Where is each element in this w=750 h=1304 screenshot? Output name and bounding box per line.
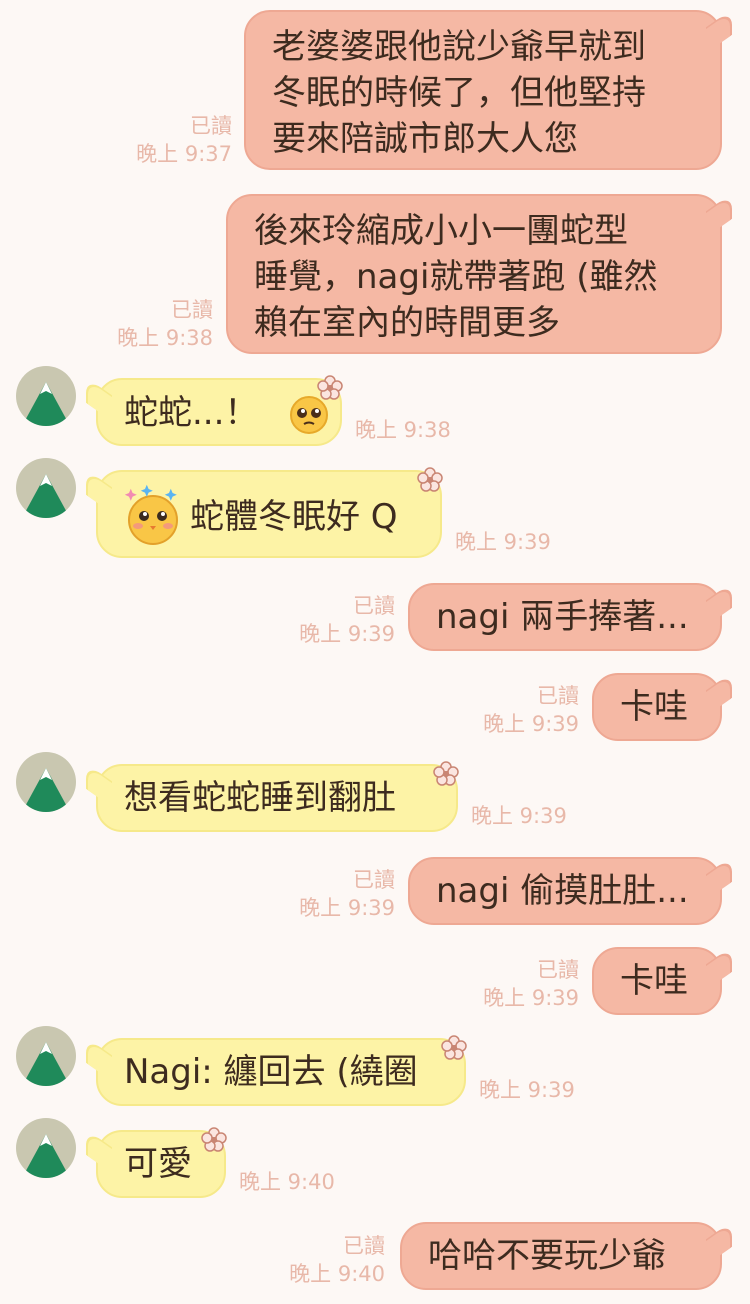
- message-meta: 已讀 晚上 9:39: [299, 866, 395, 922]
- contact-avatar[interactable]: [16, 366, 76, 426]
- message-bubble-outgoing[interactable]: nagi 兩手捧著...: [408, 583, 722, 651]
- message-time: 晚上 9:39: [299, 896, 395, 920]
- flower-icon: [317, 375, 343, 400]
- message-time: 晚上 9:39: [479, 1078, 575, 1102]
- message-time: 晚上 9:39: [483, 712, 579, 736]
- contact-avatar[interactable]: [16, 1026, 76, 1086]
- message-meta: 已讀 晚上 9:37: [136, 112, 232, 168]
- message-time: 晚上 9:39: [471, 804, 567, 828]
- message-bubble-incoming[interactable]: 蛇體冬眠好 Q: [96, 470, 442, 558]
- message-bubble-outgoing[interactable]: 哈哈不要玩少爺: [400, 1222, 722, 1290]
- message-text: 冬眠的時候了，但他堅持: [272, 73, 646, 113]
- message-text: Nagi: 纏回去 (繞圈: [124, 1052, 418, 1092]
- message-text: 可愛: [124, 1144, 192, 1184]
- read-receipt: 已讀: [171, 298, 213, 322]
- read-receipt: 已讀: [190, 114, 232, 138]
- message-text: 蛇體冬眠好 Q: [190, 497, 398, 537]
- message-text: 後來玲縮成小小一團蛇型: [254, 211, 628, 251]
- message-meta: 已讀 晚上 9:40: [289, 1232, 385, 1288]
- message-time: 晚上 9:39: [299, 622, 395, 646]
- message-text: 賴在室內的時間更多: [254, 303, 560, 343]
- message-bubble-outgoing[interactable]: 卡哇: [592, 673, 722, 741]
- mountain-icon: [22, 768, 70, 812]
- mountain-icon: [22, 1134, 70, 1178]
- message-bubble-incoming[interactable]: Nagi: 纏回去 (繞圈: [96, 1038, 466, 1106]
- flower-icon: [441, 1035, 467, 1060]
- message-text: 哈哈不要玩少爺: [428, 1236, 666, 1276]
- message-meta: 已讀 晚上 9:39: [483, 956, 579, 1012]
- sparkle-chick-sticker-icon: [124, 484, 178, 545]
- message-meta: 已讀 晚上 9:39: [299, 592, 395, 648]
- message-text: 老婆婆跟他說少爺早就到: [272, 27, 646, 67]
- flower-icon: [201, 1127, 227, 1152]
- message-bubble-incoming[interactable]: 蛇蛇...！: [96, 378, 342, 446]
- message-text: 睡覺，nagi就帶著跑 (雖然: [254, 257, 658, 297]
- read-receipt: 已讀: [537, 958, 579, 982]
- contact-avatar[interactable]: [16, 1118, 76, 1178]
- read-receipt: 已讀: [353, 868, 395, 892]
- flower-icon: [433, 761, 459, 786]
- read-receipt: 已讀: [353, 594, 395, 618]
- message-bubble-outgoing[interactable]: 老婆婆跟他說少爺早就到 冬眠的時候了，但他堅持 要來陪誠市郎大人您: [244, 10, 722, 170]
- message-text: 卡哇: [620, 687, 688, 727]
- message-bubble-outgoing[interactable]: nagi 偷摸肚肚...: [408, 857, 722, 925]
- message-text: nagi 偷摸肚肚...: [436, 871, 689, 911]
- flower-icon: [417, 467, 443, 492]
- message-time: 晚上 9:40: [239, 1170, 335, 1194]
- message-bubble-outgoing[interactable]: 後來玲縮成小小一團蛇型 睡覺，nagi就帶著跑 (雖然 賴在室內的時間更多: [226, 194, 722, 354]
- message-time: 晚上 9:38: [355, 418, 451, 442]
- read-receipt: 已讀: [537, 684, 579, 708]
- mountain-icon: [22, 1042, 70, 1086]
- message-text: 卡哇: [620, 961, 688, 1001]
- contact-avatar[interactable]: [16, 458, 76, 518]
- message-meta: 已讀 晚上 9:38: [117, 296, 213, 352]
- message-meta: 已讀 晚上 9:39: [483, 682, 579, 738]
- read-receipt: 已讀: [343, 1234, 385, 1258]
- message-time: 晚上 9:39: [483, 986, 579, 1010]
- message-time: 晚上 9:37: [136, 142, 232, 166]
- message-bubble-outgoing[interactable]: 卡哇: [592, 947, 722, 1015]
- mountain-icon: [22, 474, 70, 518]
- message-text: 想看蛇蛇睡到翻肚: [124, 778, 396, 818]
- message-time: 晚上 9:38: [117, 326, 213, 350]
- message-text: 蛇蛇...！: [124, 393, 259, 433]
- mountain-icon: [22, 382, 70, 426]
- message-time: 晚上 9:40: [289, 1262, 385, 1286]
- message-time: 晚上 9:39: [455, 530, 551, 554]
- message-text: nagi 兩手捧著...: [436, 597, 689, 637]
- message-bubble-incoming[interactable]: 想看蛇蛇睡到翻肚: [96, 764, 458, 832]
- contact-avatar[interactable]: [16, 752, 76, 812]
- message-text: 要來陪誠市郎大人您: [272, 119, 578, 159]
